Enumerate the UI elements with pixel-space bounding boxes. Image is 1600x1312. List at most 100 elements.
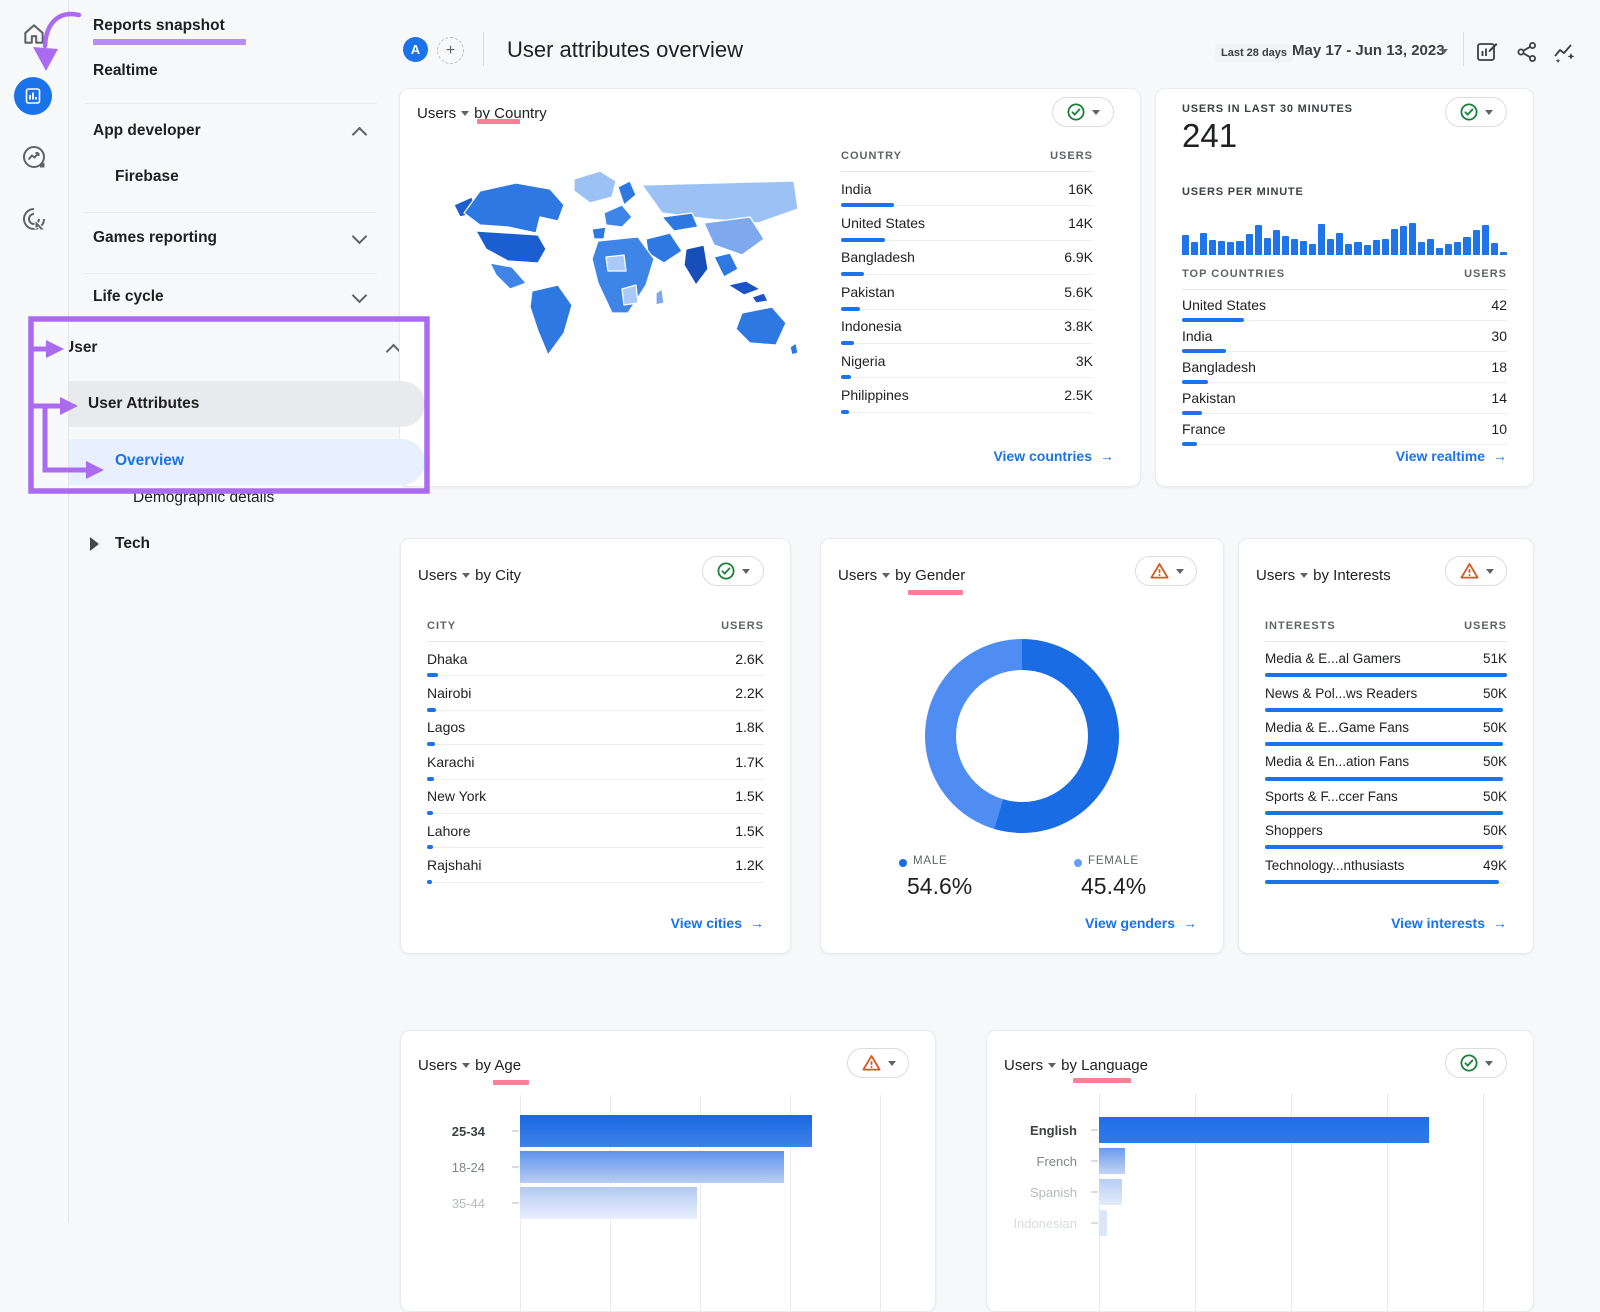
explore-icon[interactable] (21, 144, 47, 170)
table-row: Dhaka2.6K (427, 642, 764, 676)
table-row: Nigeria3K (841, 344, 1093, 378)
date-range-picker[interactable]: May 17 - Jun 13, 2023 (1292, 42, 1445, 59)
left-rail (0, 0, 69, 1223)
arrow-right-icon: → (750, 915, 764, 931)
card-title: Users by Interests (1256, 567, 1391, 584)
table-row: Media & En...ation Fans50K (1265, 745, 1507, 779)
table-row: United States14K (841, 206, 1093, 240)
advertising-icon[interactable] (21, 206, 47, 232)
arrow-right-icon: → (1100, 448, 1114, 464)
table-row: France10 (1182, 414, 1507, 445)
minute-bar (1463, 237, 1470, 255)
nav-realtime[interactable]: Realtime (93, 62, 158, 80)
language-bar (1099, 1148, 1125, 1174)
nav-firebase[interactable]: Firebase (115, 168, 179, 186)
nav-life-cycle[interactable]: Life cycle (93, 288, 164, 306)
nav-user-attributes-label[interactable]: User Attributes (88, 395, 199, 413)
chevron-down-icon (1485, 110, 1493, 115)
view-countries-link[interactable]: View countries→ (993, 448, 1114, 464)
chevron-down-icon[interactable] (882, 573, 890, 578)
table-row: United States42 (1182, 290, 1507, 321)
language-bar-row: French (1011, 1148, 1125, 1174)
table-row: News & Pol...ws Readers50K (1265, 676, 1507, 710)
insights-icon[interactable] (1552, 40, 1576, 64)
city-table: CITYUSERSDhaka2.6KNairobi2.2KLagos1.8KKa… (427, 611, 764, 883)
nav-games-reporting[interactable]: Games reporting (93, 229, 217, 247)
minute-bar (1236, 241, 1243, 255)
data-quality-button[interactable] (847, 1048, 909, 1078)
share-icon[interactable] (1515, 40, 1539, 64)
minute-bar (1500, 252, 1507, 255)
reports-icon[interactable] (14, 77, 52, 115)
table-row: Lagos1.8K (427, 711, 764, 745)
nav-overview-label[interactable]: Overview (115, 452, 184, 470)
customize-report-icon[interactable] (1475, 40, 1499, 64)
data-quality-button[interactable] (702, 556, 764, 586)
date-preset-chip: Last 28 days (1215, 44, 1293, 62)
view-interests-link[interactable]: View interests→ (1391, 915, 1507, 931)
ok-status-icon (1066, 102, 1086, 122)
metric-selector[interactable]: Users (838, 567, 877, 584)
view-genders-link[interactable]: View genders→ (1085, 915, 1197, 931)
chevron-down-icon[interactable] (1440, 49, 1448, 54)
language-bar (1099, 1117, 1429, 1143)
minute-bar (1409, 223, 1416, 255)
table-row: Rajshahi1.2K (427, 848, 764, 882)
minute-bar (1255, 225, 1262, 255)
page-title: User attributes overview (507, 37, 743, 63)
row-value-bar (1265, 880, 1499, 884)
pink-underline-gender (908, 590, 963, 595)
age-bar-row: 18-24 (425, 1151, 784, 1183)
chevron-down-icon[interactable] (462, 573, 470, 578)
minute-bar (1427, 239, 1434, 255)
age-bar (520, 1115, 812, 1147)
chevron-down-icon[interactable] (1300, 573, 1308, 578)
minute-bar (1300, 241, 1307, 255)
metric-selector[interactable]: Users (417, 105, 456, 122)
view-realtime-link[interactable]: View realtime→ (1396, 448, 1507, 464)
minute-bar (1473, 230, 1480, 255)
divider (85, 212, 377, 213)
chevron-down-icon[interactable] (352, 229, 368, 245)
users-by-interests-card: Users by Interests INTERESTSUSERSMedia &… (1238, 538, 1534, 954)
gender-donut-chart (925, 639, 1119, 833)
table-row: Media & E...Game Fans50K (1265, 711, 1507, 745)
realtime-title: USERS IN LAST 30 MINUTES (1182, 103, 1353, 115)
home-icon[interactable] (21, 21, 47, 47)
warning-status-icon (1459, 561, 1480, 581)
warning-status-icon (1149, 561, 1170, 581)
chevron-down-icon[interactable] (461, 111, 469, 116)
nav-demographic-details[interactable]: Demographic details (133, 489, 274, 507)
users-by-age-card: Users by Age 25-3418-2435-44 (400, 1030, 936, 1312)
data-quality-button[interactable] (1052, 97, 1114, 127)
data-quality-button[interactable] (1445, 1048, 1507, 1078)
data-quality-button[interactable] (1445, 556, 1507, 586)
data-quality-button[interactable] (1135, 556, 1197, 586)
view-cities-link[interactable]: View cities→ (671, 915, 764, 931)
chevron-up-icon[interactable] (352, 127, 368, 143)
minute-bar (1445, 244, 1452, 255)
nav-reports-snapshot[interactable]: Reports snapshot (93, 17, 225, 35)
metric-selector[interactable]: Users (1256, 567, 1295, 584)
metric-selector[interactable]: Users (418, 567, 457, 584)
users-by-city-card: Users by City CITYUSERSDhaka2.6KNairobi2… (400, 538, 791, 954)
chevron-down-icon[interactable] (352, 288, 368, 304)
table-row: Indonesia3.8K (841, 310, 1093, 344)
divider (85, 103, 377, 104)
ok-status-icon (716, 561, 736, 581)
add-comparison-button[interactable]: + (437, 37, 464, 64)
arrow-right-icon: → (1493, 915, 1507, 931)
language-bar-row: Spanish (1011, 1179, 1122, 1205)
card-title: Users by City (418, 567, 521, 584)
ok-status-icon (1459, 102, 1479, 122)
collapsed-triangle-icon[interactable] (90, 537, 99, 551)
card-title: Users by Gender (838, 567, 965, 584)
nav-overview[interactable] (36, 439, 425, 485)
data-quality-button[interactable] (1445, 97, 1507, 127)
minute-bar (1273, 230, 1280, 255)
ok-status-icon (1459, 1053, 1479, 1073)
nav-app-developer[interactable]: App developer (93, 122, 201, 140)
table-row: Lahore1.5K (427, 814, 764, 848)
nav-tech[interactable]: Tech (115, 535, 150, 553)
avatar[interactable]: A (403, 37, 428, 62)
